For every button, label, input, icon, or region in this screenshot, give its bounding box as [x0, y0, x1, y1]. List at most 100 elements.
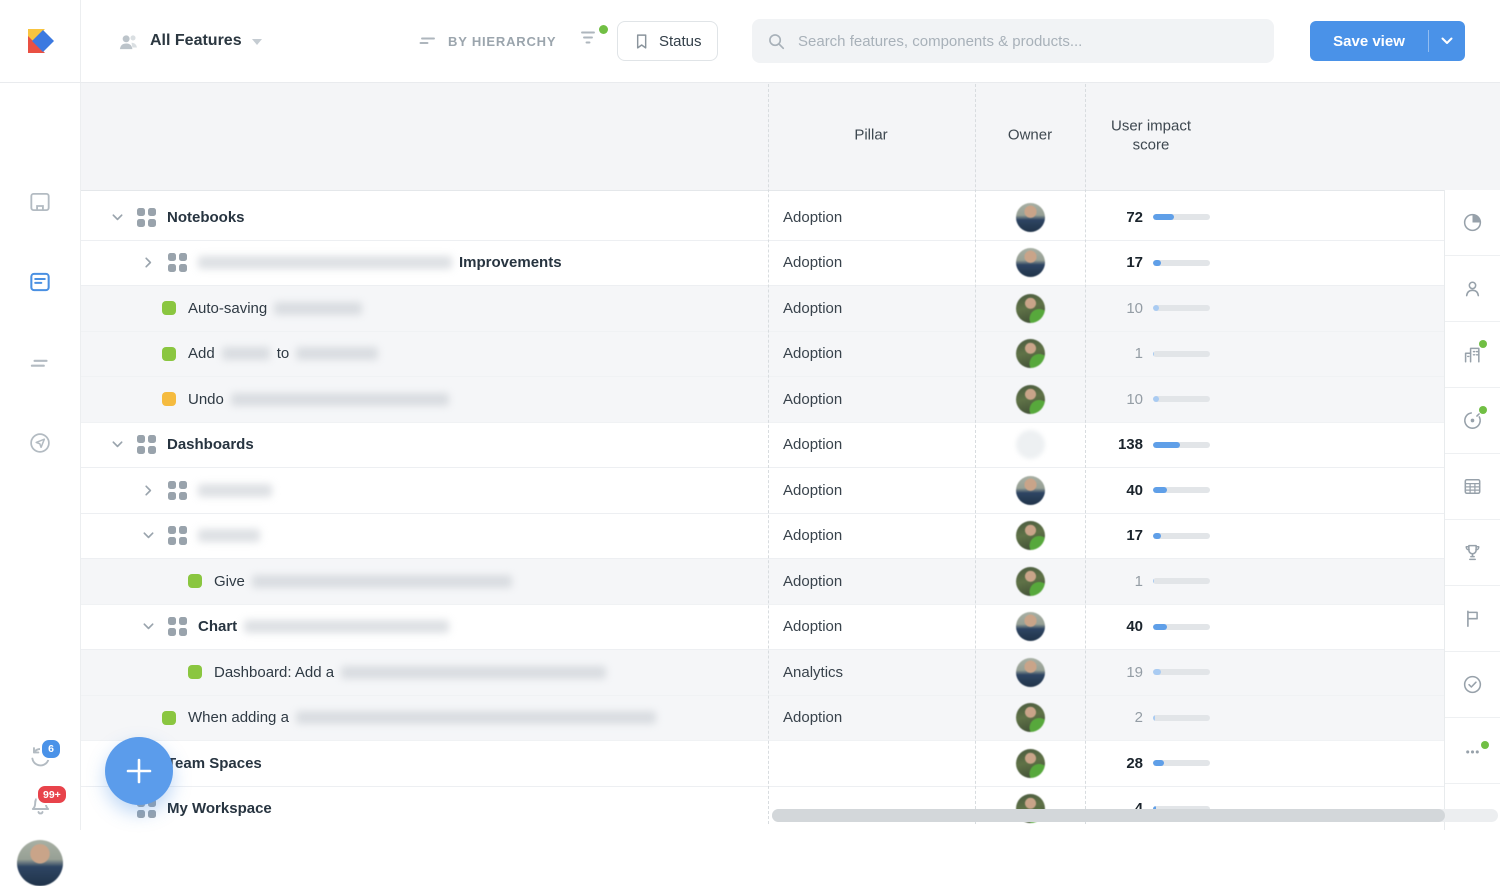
- table-row-dashboards[interactable]: DashboardsAdoption138: [80, 423, 1445, 469]
- owner-avatar[interactable]: [1016, 658, 1045, 687]
- table-row-redacted[interactable]: Adoption17: [80, 514, 1445, 560]
- table-row-redacted[interactable]: Adoption40: [80, 468, 1445, 514]
- collapse-chevron-icon[interactable]: [105, 433, 129, 457]
- row-name-text: Dashboard: Add a: [214, 664, 334, 681]
- search-input[interactable]: [796, 32, 1260, 51]
- right-rail-pie-chart-button[interactable]: [1445, 190, 1500, 256]
- right-rail-trophy-button[interactable]: [1445, 520, 1500, 586]
- feature-status-icon[interactable]: [188, 665, 202, 679]
- owner-avatar[interactable]: [1016, 521, 1045, 550]
- owner-avatar[interactable]: [1016, 203, 1045, 232]
- owner-avatar[interactable]: [1016, 339, 1045, 368]
- owner-avatar[interactable]: [1016, 385, 1045, 414]
- column-header-pillar[interactable]: Pillar: [816, 127, 926, 146]
- save-view-button[interactable]: Save view: [1310, 21, 1465, 61]
- right-rail-buildings-button[interactable]: [1445, 322, 1500, 388]
- score-bar: [1153, 396, 1210, 402]
- owner-avatar[interactable]: [1016, 430, 1045, 459]
- feature-status-icon[interactable]: [162, 392, 176, 406]
- owner-avatar[interactable]: [1016, 476, 1045, 505]
- table-row-auto-saving[interactable]: Auto-savingAdoption10: [80, 286, 1445, 332]
- right-rail-check-circle-button[interactable]: [1445, 652, 1500, 718]
- sidebar-item-features[interactable]: [26, 268, 54, 296]
- table-row-dashboard-add-a[interactable]: Dashboard: Add aAnalytics19: [80, 650, 1445, 696]
- redacted-text: [296, 711, 656, 724]
- owner-avatar[interactable]: [1016, 703, 1045, 732]
- feature-status-icon[interactable]: [162, 301, 176, 315]
- redacted-text: [341, 666, 606, 679]
- right-rail-more-options-button[interactable]: [1445, 718, 1500, 784]
- status-view-button[interactable]: Status: [617, 21, 718, 61]
- feature-status-icon[interactable]: [188, 574, 202, 588]
- sidebar-item-insights[interactable]: [26, 188, 54, 216]
- search-bar: [752, 19, 1274, 63]
- pillar-cell: [768, 741, 975, 786]
- feature-status-icon[interactable]: [162, 347, 176, 361]
- right-rail-segment-gauge-button[interactable]: [1445, 388, 1500, 454]
- table-row-undo[interactable]: UndoAdoption10: [80, 377, 1445, 423]
- pillar-cell: Adoption: [768, 241, 975, 286]
- owner-avatar[interactable]: [1016, 749, 1045, 778]
- expand-chevron-icon[interactable]: [136, 251, 160, 275]
- feature-status-icon[interactable]: [162, 711, 176, 725]
- table-row-give[interactable]: GiveAdoption1: [80, 559, 1445, 605]
- row-name-text: Dashboards: [167, 436, 254, 453]
- name-cell: Improvements: [80, 241, 768, 286]
- pie-chart-icon: [1461, 211, 1484, 234]
- table-row-add[interactable]: AddtoAdoption1: [80, 332, 1445, 378]
- owner-avatar[interactable]: [1016, 248, 1045, 277]
- column-header-user-impact-score[interactable]: User impact score: [1096, 117, 1206, 155]
- right-rail-flag-button[interactable]: [1445, 586, 1500, 652]
- expand-chevron-icon[interactable]: [136, 478, 160, 502]
- group-by-hierarchy-toggle[interactable]: BY HIERARCHY: [417, 0, 556, 82]
- people-icon: [116, 30, 140, 52]
- owner-cell: [975, 286, 1085, 331]
- right-rail-person-button[interactable]: [1445, 256, 1500, 322]
- view-switcher[interactable]: All Features: [116, 0, 262, 82]
- add-feature-fab[interactable]: [105, 737, 173, 805]
- filter-button[interactable]: [577, 26, 607, 56]
- user-impact-score-cell: 1: [1085, 559, 1445, 604]
- column-header-owner[interactable]: Owner: [975, 127, 1085, 146]
- sidebar-item-roadmap[interactable]: [26, 349, 54, 377]
- table-row-chart[interactable]: ChartAdoption40: [80, 605, 1445, 651]
- score-bar: [1153, 214, 1210, 220]
- owner-cell: [975, 468, 1085, 513]
- view-title: All Features: [150, 32, 242, 50]
- user-impact-score-cell: 40: [1085, 468, 1445, 513]
- table-row-improvements[interactable]: ImprovementsAdoption17: [80, 241, 1445, 287]
- user-impact-score-cell: 1: [1085, 332, 1445, 377]
- app-logo[interactable]: [0, 0, 81, 82]
- user-impact-score-cell: 40: [1085, 605, 1445, 650]
- horizontal-scrollbar-thumb[interactable]: [772, 809, 1445, 822]
- user-avatar[interactable]: [17, 840, 63, 886]
- owner-avatar[interactable]: [1016, 612, 1045, 641]
- component-grid-icon: [168, 481, 187, 500]
- pillar-cell: Adoption: [768, 605, 975, 650]
- table-row-team-spaces[interactable]: Team Spaces28: [80, 741, 1445, 787]
- collapse-chevron-icon[interactable]: [136, 615, 160, 639]
- owner-avatar[interactable]: [1016, 567, 1045, 596]
- chevron-down-icon: [1441, 37, 1453, 45]
- sidebar-item-portal[interactable]: [26, 429, 54, 457]
- redacted-text: [244, 620, 449, 633]
- score-bar: [1153, 260, 1210, 266]
- table-row-when-adding-a[interactable]: When adding aAdoption2: [80, 696, 1445, 742]
- table-row-notebooks[interactable]: NotebooksAdoption72: [80, 195, 1445, 241]
- name-cell: Dashboards: [80, 423, 768, 468]
- pillar-cell: Adoption: [768, 514, 975, 559]
- bookmark-icon: [633, 32, 650, 51]
- filter-lines-icon: [577, 26, 599, 48]
- name-cell: When adding a: [80, 696, 768, 741]
- horizontal-scrollbar-track[interactable]: [772, 809, 1498, 822]
- portal-compass-icon: [27, 430, 53, 456]
- score-bar: [1153, 351, 1210, 357]
- collapse-chevron-icon[interactable]: [105, 205, 129, 229]
- component-grid-icon: [137, 208, 156, 227]
- right-rail-data-table-button[interactable]: [1445, 454, 1500, 520]
- collapse-chevron-icon[interactable]: [136, 524, 160, 548]
- score-value: 72: [1085, 209, 1143, 226]
- owner-avatar[interactable]: [1016, 294, 1045, 323]
- save-view-dropdown[interactable]: [1429, 37, 1465, 45]
- table-header: Pillar Owner User impact score: [80, 82, 1500, 191]
